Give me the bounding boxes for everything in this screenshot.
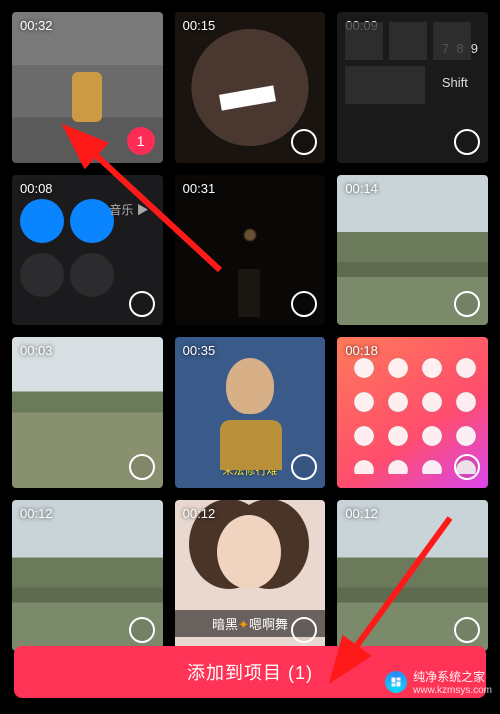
video-thumb[interactable]: 00:15 [175, 12, 326, 163]
select-circle-icon[interactable] [291, 291, 317, 317]
video-thumb[interactable]: 00:18 [337, 337, 488, 488]
video-thumb[interactable]: 00:35 末法修行难 [175, 337, 326, 488]
duration-label: 00:31 [183, 181, 216, 196]
video-thumb[interactable]: 00:32 1 [12, 12, 163, 163]
duration-label: 00:09 [345, 18, 378, 33]
select-circle-icon[interactable] [129, 617, 155, 643]
duration-label: 00:12 [345, 506, 378, 521]
select-circle-icon[interactable] [454, 129, 480, 155]
select-circle-icon[interactable] [454, 291, 480, 317]
select-circle-icon[interactable] [291, 129, 317, 155]
video-thumb[interactable]: 00:12 [12, 500, 163, 651]
duration-label: 00:14 [345, 181, 378, 196]
select-circle-icon[interactable] [454, 454, 480, 480]
select-circle-icon[interactable] [129, 291, 155, 317]
select-circle-icon[interactable] [291, 617, 317, 643]
selection-badge[interactable]: 1 [127, 127, 155, 155]
add-to-project-button[interactable]: 添加到项目 (1) [14, 646, 486, 698]
duration-label: 00:12 [183, 506, 216, 521]
duration-label: 00:32 [20, 18, 53, 33]
duration-label: 00:35 [183, 343, 216, 358]
video-thumb[interactable]: 00:12 暗黑✦嗯啊舞 [175, 500, 326, 651]
video-thumb[interactable]: 00:09 [337, 12, 488, 163]
duration-label: 00:12 [20, 506, 53, 521]
video-thumb[interactable]: 00:31 [175, 175, 326, 326]
video-thumb[interactable]: 00:08 [12, 175, 163, 326]
duration-label: 00:03 [20, 343, 53, 358]
video-grid: 00:32 1 00:15 00:09 00:08 00:31 00:14 00… [0, 0, 500, 651]
select-circle-icon[interactable] [454, 617, 480, 643]
video-thumb[interactable]: 00:12 [337, 500, 488, 651]
duration-label: 00:08 [20, 181, 53, 196]
duration-label: 00:15 [183, 18, 216, 33]
select-circle-icon[interactable] [129, 454, 155, 480]
video-thumb[interactable]: 00:03 [12, 337, 163, 488]
duration-label: 00:18 [345, 343, 378, 358]
video-thumb[interactable]: 00:14 [337, 175, 488, 326]
